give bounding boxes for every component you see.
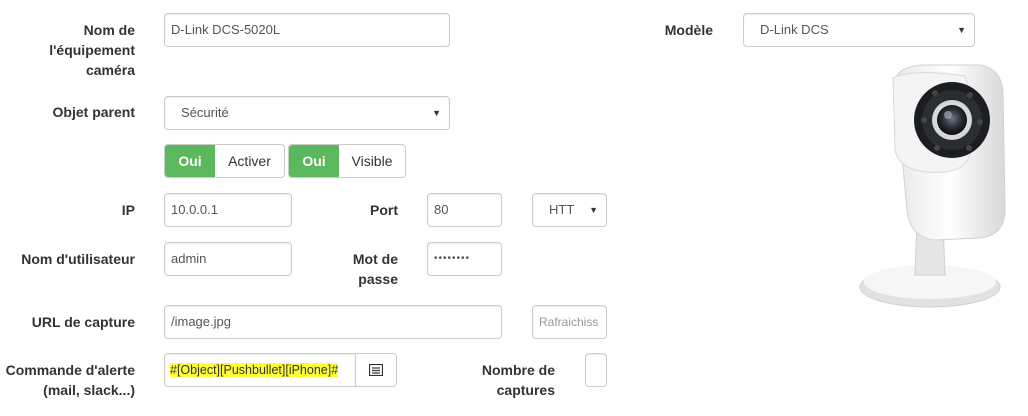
password-input[interactable]: •••••••• (427, 242, 502, 276)
ip-input[interactable]: 10.0.0.1 (164, 193, 292, 227)
model-select[interactable]: D-Link DCS ▼ (743, 13, 975, 47)
captures-count-label: Nombre de captures (481, 362, 555, 398)
alert-command-label: Commande d'alerte (mail, slack...) (5, 362, 135, 398)
port-label: Port (370, 202, 398, 218)
captures-count-input[interactable] (585, 353, 607, 387)
alert-command-button[interactable] (355, 353, 397, 387)
list-box-icon (369, 364, 383, 376)
password-label: Mot de passe (352, 251, 398, 287)
chevron-down-icon: ▼ (432, 108, 441, 118)
activate-label-button[interactable]: Activer (215, 145, 284, 177)
alert-command-value: #[Object][Pushbullet][iPhone]# (170, 363, 339, 377)
activate-toggle[interactable]: Oui Activer (164, 144, 285, 178)
port-input[interactable]: 80 (427, 193, 502, 227)
parent-object-value: Sécurité (181, 105, 229, 120)
visible-label-button[interactable]: Visible (339, 145, 405, 177)
refresh-input[interactable]: Rafraichiss (532, 305, 607, 339)
camera-image (859, 64, 1006, 308)
protocol-value: HTT (549, 202, 575, 217)
capture-url-label: URL de capture (31, 314, 135, 330)
equipment-name-label: Nom de l'équipement caméra (49, 22, 135, 78)
equipment-name-input[interactable]: D-Link DCS-5020L (164, 13, 450, 47)
model-label: Modèle (664, 22, 713, 38)
ip-label: IP (121, 202, 135, 218)
visible-yes-button[interactable]: Oui (289, 145, 339, 177)
parent-object-label: Objet parent (52, 104, 135, 120)
chevron-down-icon: ▼ (589, 205, 598, 215)
username-label: Nom d'utilisateur (21, 251, 135, 267)
visible-toggle[interactable]: Oui Visible (288, 144, 406, 178)
username-input[interactable]: admin (164, 242, 292, 276)
protocol-select[interactable]: HTT ▼ (532, 193, 607, 227)
parent-object-select[interactable]: Sécurité ▼ (164, 96, 450, 130)
model-select-value: D-Link DCS (760, 22, 829, 37)
activate-yes-button[interactable]: Oui (165, 145, 215, 177)
capture-url-input[interactable]: /image.jpg (164, 305, 502, 339)
chevron-down-icon: ▼ (957, 25, 966, 35)
alert-command-input[interactable]: #[Object][Pushbullet][iPhone]# (164, 353, 356, 387)
